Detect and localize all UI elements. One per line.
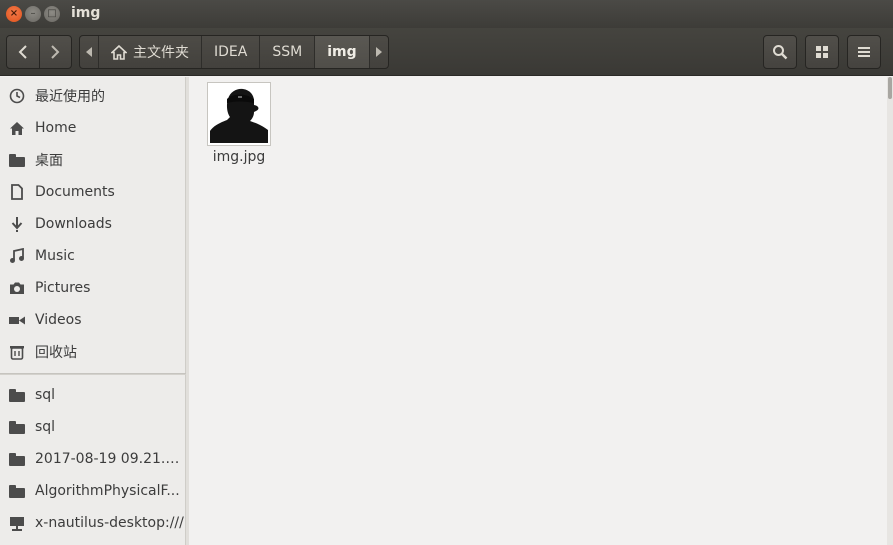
sidebar-bookmark-date-folder[interactable]: 2017-08-19 09.21.42 ... (0, 444, 186, 474)
sidebar-separator (0, 373, 186, 375)
sidebar-item-music[interactable]: Music (0, 241, 186, 271)
sidebar-item-label: sql (35, 387, 56, 403)
maximize-button[interactable]: □ (44, 6, 60, 22)
arrow-right-icon (375, 47, 382, 57)
hamburger-menu-icon (858, 47, 870, 57)
back-button[interactable] (7, 36, 39, 68)
sidebar-item-label: Downloads (35, 216, 112, 232)
sidebar-item-trash[interactable]: 回收站 (0, 337, 186, 367)
sidebar-bookmark-desktop-uri[interactable]: x-nautilus-desktop:/// (0, 508, 186, 538)
crumb-img-label: img (327, 44, 357, 60)
sidebar-bookmark-algorithm[interactable]: AlgorithmPhysicalF... (0, 476, 186, 506)
camera-icon (8, 279, 26, 297)
folder-icon (8, 386, 26, 404)
crumb-ssm-label: SSM (272, 44, 303, 60)
music-icon (8, 247, 26, 265)
navigation-buttons (6, 35, 72, 69)
arrow-left-icon (86, 47, 92, 57)
sidebar-item-label: 回收站 (35, 345, 77, 361)
sidebar-item-label: x-nautilus-desktop:/// (35, 515, 184, 531)
menu-button[interactable] (847, 35, 881, 69)
crumb-idea[interactable]: IDEA (201, 36, 259, 68)
document-icon (8, 183, 26, 201)
sidebar-bookmark-sql-2[interactable]: sql (0, 412, 186, 442)
network-icon (8, 514, 26, 532)
file-thumbnail (207, 82, 271, 146)
trash-icon (8, 343, 26, 361)
crumb-home[interactable]: 主文件夹 (98, 36, 201, 68)
path-scroll-right-button[interactable] (368, 36, 388, 68)
crumb-idea-label: IDEA (214, 44, 248, 60)
folder-icon (8, 151, 26, 169)
file-view[interactable] (189, 77, 887, 545)
path-scroll-left-button[interactable] (80, 36, 98, 68)
folder-icon (8, 482, 26, 500)
sidebar-item-label: 桌面 (35, 153, 63, 169)
sidebar-item-downloads[interactable]: Downloads (0, 209, 186, 239)
search-icon (773, 45, 788, 60)
download-icon (8, 215, 26, 233)
sidebar: 最近使用的 Home 桌面 Documents Downloads Music … (0, 77, 186, 545)
sidebar-item-home[interactable]: Home (0, 113, 186, 143)
minimize-button[interactable]: – (25, 6, 41, 22)
view-toggle-button[interactable] (805, 35, 839, 69)
grid-icon (816, 46, 828, 58)
sidebar-item-pictures[interactable]: Pictures (0, 273, 186, 303)
sidebar-item-documents[interactable]: Documents (0, 177, 186, 207)
title-bar: × – □ img (0, 0, 893, 28)
sidebar-item-label: Documents (35, 184, 115, 200)
sidebar-item-label: AlgorithmPhysicalF... (35, 483, 180, 499)
video-icon (8, 311, 26, 329)
sidebar-item-label: Pictures (35, 280, 91, 296)
sidebar-item-label: Home (35, 120, 77, 136)
crumb-ssm[interactable]: SSM (259, 36, 314, 68)
path-bar: 主文件夹 IDEA SSM img (79, 35, 389, 69)
clock-icon (8, 87, 26, 105)
header-bar: 主文件夹 IDEA SSM img (0, 28, 893, 76)
sidebar-item-desktop[interactable]: 桌面 (0, 145, 186, 175)
chevron-right-icon (51, 45, 60, 59)
sidebar-item-label: Music (35, 248, 75, 264)
scrollbar-thumb[interactable] (888, 77, 892, 99)
crumb-img[interactable]: img (314, 36, 369, 68)
home-icon (8, 119, 26, 137)
folder-icon (8, 418, 26, 436)
close-button[interactable]: × (6, 6, 22, 22)
sidebar-item-recent[interactable]: 最近使用的 (0, 81, 186, 111)
home-icon (111, 44, 127, 60)
sidebar-item-label: 2017-08-19 09.21.42 ... (35, 451, 185, 467)
sidebar-item-videos[interactable]: Videos (0, 305, 186, 335)
search-button[interactable] (763, 35, 797, 69)
forward-button[interactable] (38, 36, 71, 68)
window-title: img (71, 5, 101, 21)
image-thumbnail-icon (210, 85, 268, 143)
sidebar-item-label: sql (35, 419, 56, 435)
sidebar-item-label: 最近使用的 (35, 89, 105, 105)
sidebar-bookmark-sql-1[interactable]: sql (0, 380, 186, 410)
chevron-left-icon (18, 45, 27, 59)
file-name: img.jpg (212, 149, 266, 165)
folder-icon (8, 450, 26, 468)
file-item[interactable]: img.jpg (205, 82, 273, 165)
sidebar-item-label: Videos (35, 312, 82, 328)
crumb-home-label: 主文件夹 (133, 45, 189, 61)
vertical-scrollbar[interactable] (887, 77, 893, 545)
